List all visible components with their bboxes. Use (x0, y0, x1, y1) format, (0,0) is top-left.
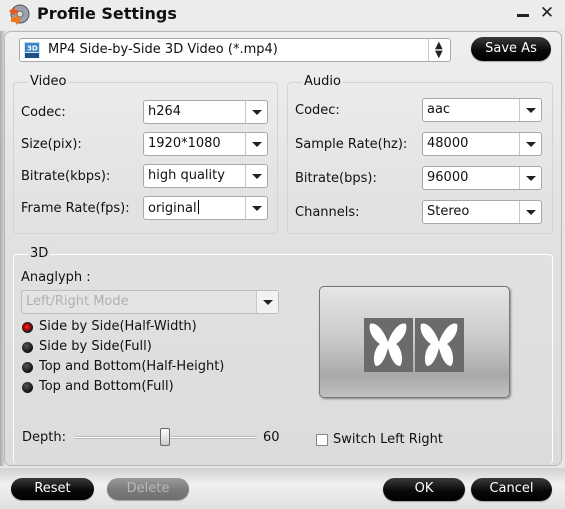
butterfly-left-icon (364, 318, 413, 372)
svg-text:3D: 3D (27, 45, 38, 53)
radio-unchecked-icon (22, 342, 33, 353)
anaglyph-value: Left/Right Mode (26, 294, 129, 309)
video-group-title: Video (28, 74, 69, 90)
video-codec-label: Codec: (21, 105, 66, 120)
video-size-value: 1920*1080 (148, 136, 221, 151)
butterfly-right-icon (415, 318, 464, 372)
profile-select[interactable]: 3D MP4 Side-by-Side 3D Video (*.mp4) ▲ ▼ (19, 38, 451, 62)
chevron-down-icon[interactable] (245, 133, 267, 155)
audio-samplerate-select[interactable]: 48000 (422, 132, 542, 156)
video-framerate-label: Frame Rate(fps): (21, 201, 130, 216)
mp4-3d-file-icon: 3D (24, 42, 40, 58)
video-bitrate-select[interactable]: high quality (143, 164, 268, 188)
switch-left-right-checkbox[interactable] (316, 434, 328, 446)
chevron-down-icon[interactable] (245, 165, 267, 187)
audio-channels-select[interactable]: Stereo (422, 200, 542, 224)
ok-button[interactable]: OK (383, 478, 465, 501)
audio-codec-label: Codec: (295, 103, 340, 118)
reset-button[interactable]: Reset (11, 478, 94, 500)
chevron-down-icon[interactable] (519, 167, 541, 189)
3d-preview (319, 286, 510, 398)
close-button[interactable]: ✕ (539, 3, 555, 23)
audio-channels-label: Channels: (295, 205, 360, 220)
anaglyph-label: Anaglyph : (21, 270, 91, 285)
depth-slider-thumb[interactable] (160, 428, 170, 446)
video-codec-value: h264 (148, 104, 182, 119)
audio-bitrate-select[interactable]: 96000 (422, 166, 542, 190)
video-size-select[interactable]: 1920*1080 (143, 132, 268, 156)
video-bitrate-value: high quality (148, 168, 225, 183)
anaglyph-select[interactable]: Left/Right Mode (21, 290, 279, 314)
audio-channels-value: Stereo (427, 204, 470, 219)
chevron-down-icon[interactable] (245, 197, 267, 219)
3d-group-title: 3D (28, 246, 51, 262)
radio-unchecked-icon (22, 362, 33, 373)
minimize-button[interactable] (516, 6, 530, 22)
video-codec-select[interactable]: h264 (143, 100, 268, 124)
radio-unchecked-icon (22, 382, 33, 393)
chevron-down-icon[interactable] (519, 99, 541, 121)
audio-codec-value: aac (427, 102, 451, 117)
depth-value: 60 (263, 430, 280, 445)
video-framerate-value[interactable]: original (148, 201, 197, 216)
window-title: Profile Settings (37, 4, 177, 23)
audio-group-title: Audio (302, 74, 343, 90)
audio-bitrate-value: 96000 (427, 170, 469, 185)
app-icon (9, 4, 30, 25)
audio-samplerate-value: 48000 (427, 136, 469, 151)
chevron-down-icon[interactable] (245, 101, 267, 123)
profile-select-value: MP4 Side-by-Side 3D Video (*.mp4) (48, 42, 278, 57)
depth-label: Depth: (22, 430, 66, 445)
mode-label: Side by Side(Half-Width) (39, 319, 197, 334)
text-caret (197, 200, 199, 214)
switch-left-right-label[interactable]: Switch Left Right (333, 432, 443, 447)
chevron-down-icon[interactable] (519, 201, 541, 223)
audio-bitrate-label: Bitrate(bps): (295, 171, 377, 186)
cancel-button[interactable]: Cancel (471, 478, 552, 501)
audio-codec-select[interactable]: aac (422, 98, 542, 122)
chevron-down-icon[interactable] (256, 291, 278, 313)
video-size-label: Size(pix): (21, 137, 82, 152)
chevron-down-icon[interactable] (519, 133, 541, 155)
audio-samplerate-label: Sample Rate(hz): (295, 137, 408, 152)
close-icon: ✕ (539, 3, 555, 23)
video-framerate-select[interactable]: original (143, 196, 268, 220)
radio-checked-icon (22, 322, 33, 333)
mode-label: Side by Side(Full) (39, 339, 152, 354)
mode-label: Top and Bottom(Half-Height) (39, 359, 225, 374)
video-bitrate-label: Bitrate(kbps): (21, 169, 111, 184)
spinner-arrows-icon[interactable]: ▲ ▼ (428, 39, 450, 61)
mode-label: Top and Bottom(Full) (39, 379, 174, 394)
delete-button: Delete (107, 478, 189, 500)
save-as-button[interactable]: Save As (471, 37, 551, 61)
